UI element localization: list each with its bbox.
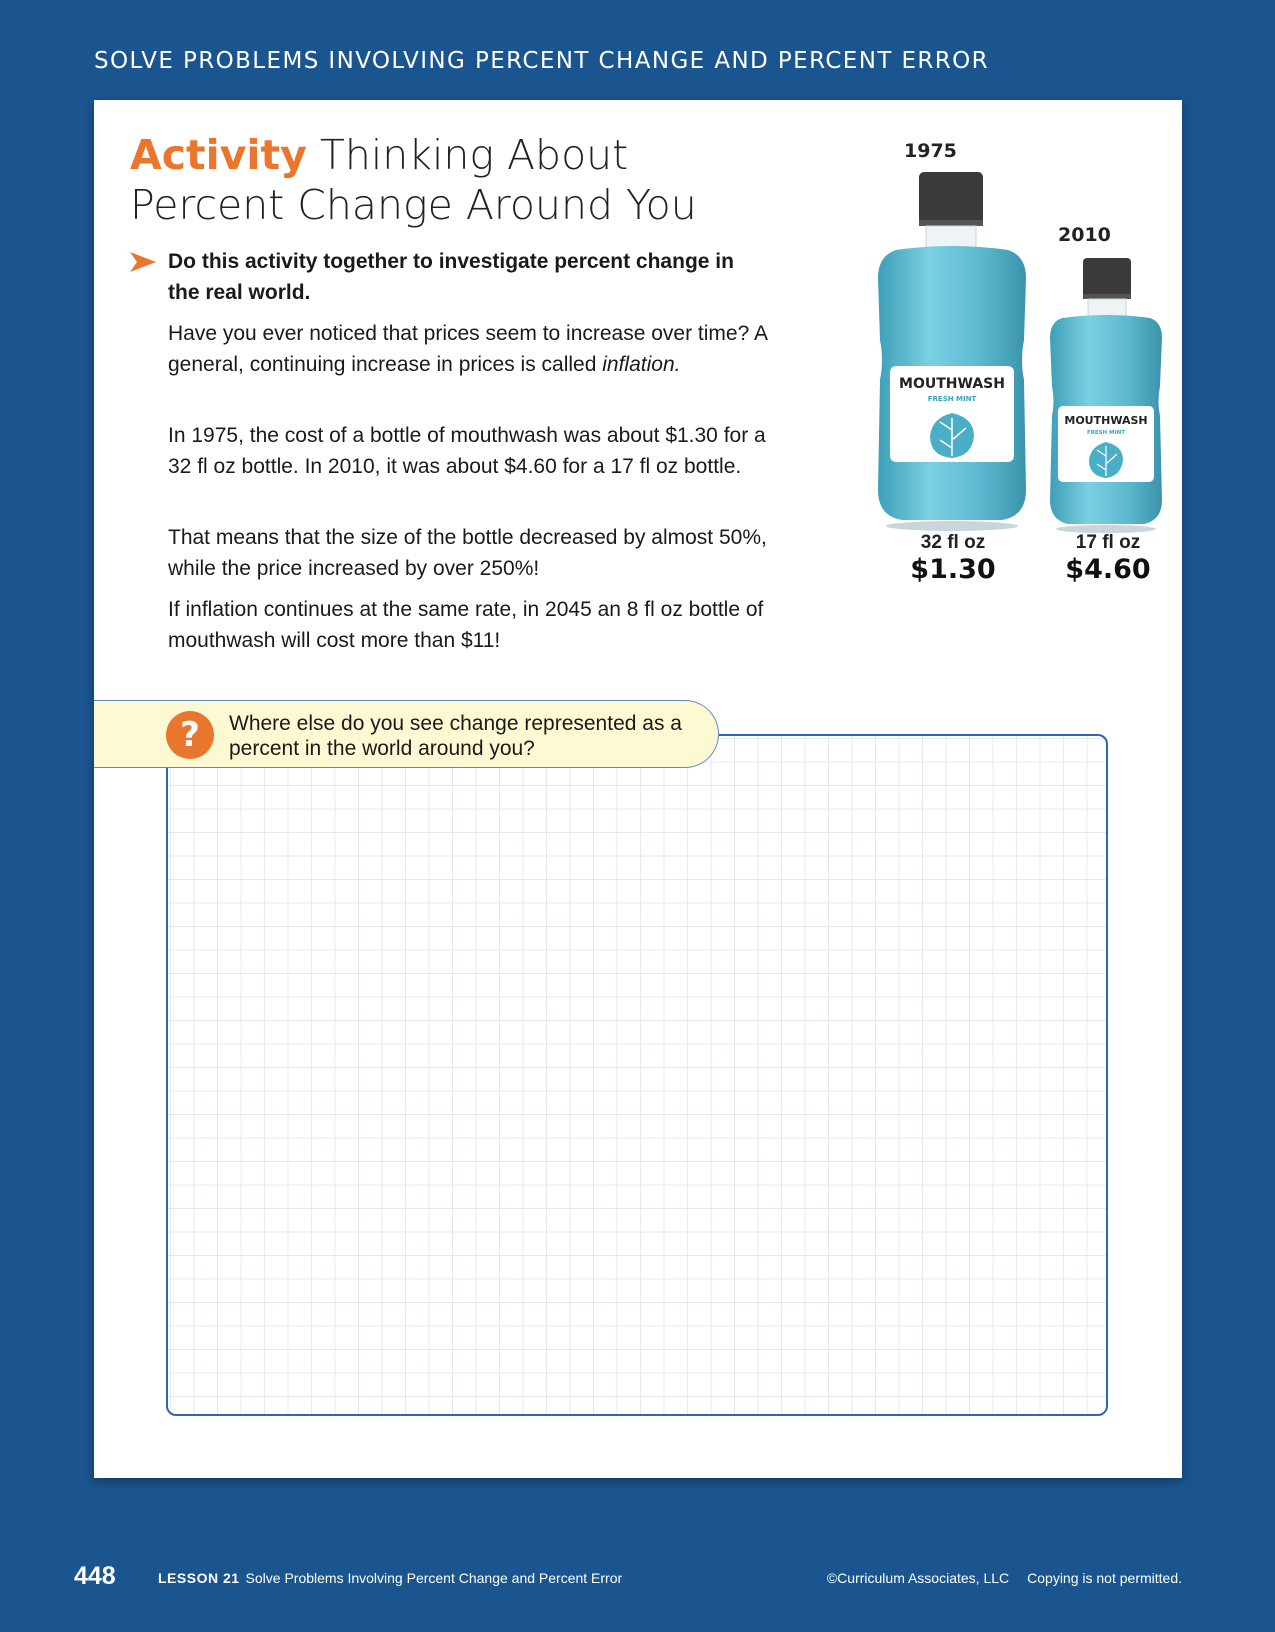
copyright-text: ©Curriculum Associates, LLC <box>826 1570 1010 1586</box>
paragraph-projection: If inflation continues at the same rate,… <box>168 598 764 652</box>
activity-lead: Do this activity together to investigate… <box>130 246 770 308</box>
bottle-year-1975: 1975 <box>904 140 957 162</box>
paragraph-cost: In 1975, the cost of a bottle of mouthwa… <box>168 424 766 478</box>
lesson-label: LESSON 21 <box>158 1570 240 1586</box>
inflation-term: inflation. <box>602 353 681 376</box>
activity-title: Activity Thinking About Percent Change A… <box>130 130 770 230</box>
question-text: Where else do you see change represented… <box>229 712 682 760</box>
bottle-label: MOUTHWASH <box>899 376 1005 392</box>
mouthwash-illustration: 1975 MOUTHWASH FRESH MINT 32 fl oz $1.30… <box>794 130 1174 690</box>
answer-grid-area[interactable] <box>166 734 1108 1416</box>
activity-keyword: Activity <box>130 131 307 179</box>
bottle-sublabel: FRESH MINT <box>1087 430 1125 436</box>
paragraph-change: That means that the size of the bottle d… <box>168 526 767 580</box>
bottle-2010-icon: MOUTHWASH FRESH MINT <box>1050 258 1162 533</box>
footer-lesson: LESSON 21 Solve Problems Involving Percen… <box>158 1570 622 1586</box>
lead-text: Do this activity together to investigate… <box>168 250 734 304</box>
footer-copyright: ©Curriculum Associates, LLC Copying is no… <box>827 1570 1182 1586</box>
paragraph-inflation: Have you ever noticed that prices seem t… <box>168 318 788 380</box>
bottle-sublabel: FRESH MINT <box>928 395 977 403</box>
bottle-price-2010: $4.60 <box>1065 554 1151 585</box>
bottle-size-1975: 32 fl oz <box>920 532 986 553</box>
bottle-year-2010: 2010 <box>1058 224 1111 246</box>
bottle-1975-icon: MOUTHWASH FRESH MINT <box>878 172 1026 531</box>
arrow-icon <box>130 252 156 272</box>
question-prompt: ? Where else do you see change represent… <box>94 700 719 768</box>
bottle-label: MOUTHWASH <box>1064 414 1147 427</box>
page-number: 448 <box>74 1562 116 1590</box>
lesson-title: Solve Problems Involving Percent Change … <box>245 1570 623 1586</box>
bottle-price-1975: $1.30 <box>910 554 996 585</box>
copy-notice: Copying is not permitted. <box>1027 1570 1182 1586</box>
question-icon: ? <box>166 711 214 759</box>
page-banner: SOLVE PROBLEMS INVOLVING PERCENT CHANGE … <box>94 48 990 74</box>
bottle-size-2010: 17 fl oz <box>1075 532 1141 553</box>
